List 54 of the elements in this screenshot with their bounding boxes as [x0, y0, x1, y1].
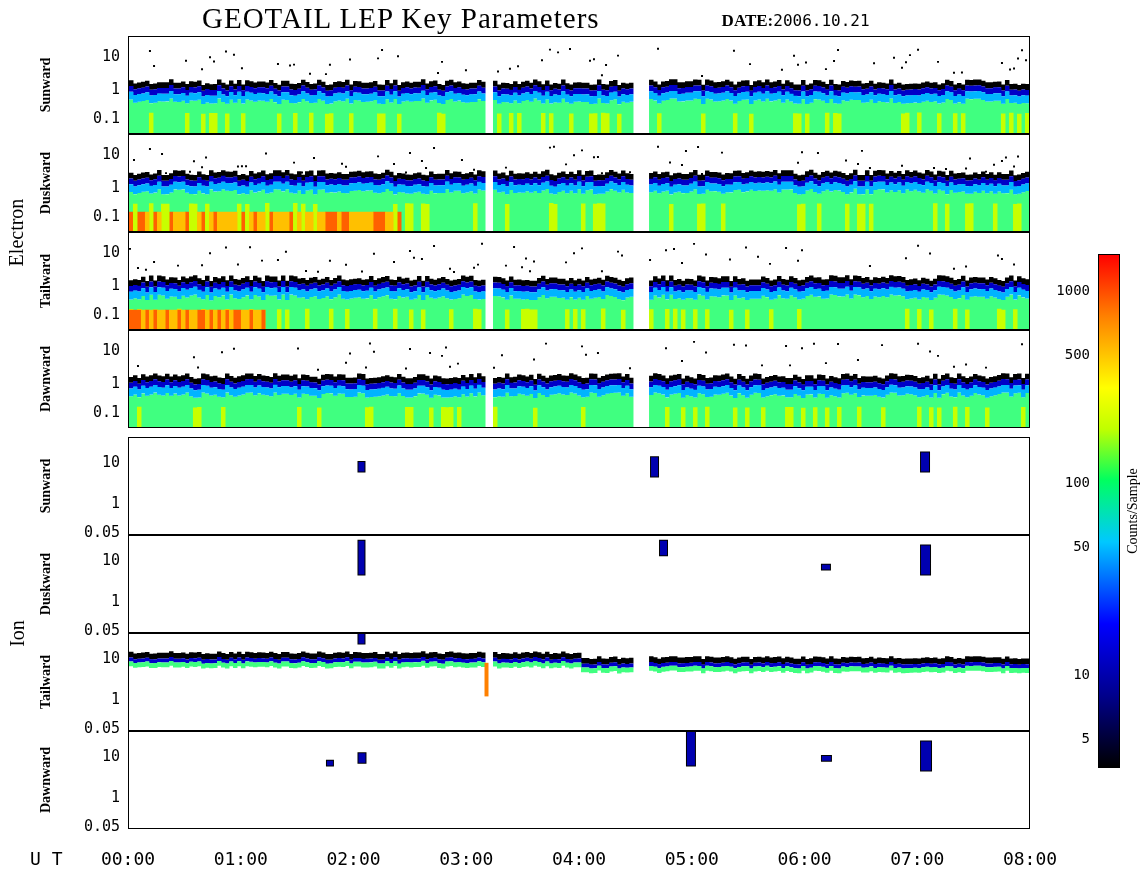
- y-tick-label: 10: [101, 242, 120, 261]
- panel-label: Dawnward: [38, 345, 54, 413]
- chart-title: GEOTAIL LEP Key Parameters: [202, 1, 600, 35]
- colorbar-tick-label: 500: [1064, 346, 1090, 363]
- y-tick-label: 1: [110, 177, 120, 196]
- y-tick-label: 0.05: [83, 621, 120, 640]
- x-tick-label: 06:00: [777, 848, 832, 869]
- x-tick-label: 04:00: [551, 848, 607, 869]
- y-tick-label: 1: [110, 787, 120, 806]
- y-tick-label: 10: [101, 649, 120, 668]
- date-label: DATE:: [721, 11, 774, 31]
- panel-label: Duskward: [38, 552, 54, 616]
- group-label: Electron: [5, 198, 29, 266]
- y-tick-label: 10: [101, 340, 120, 359]
- group-label: Ion: [5, 619, 29, 647]
- y-tick-label: 1: [110, 493, 120, 512]
- y-tick-label: 10: [101, 453, 120, 472]
- y-tick-label: 0.05: [83, 719, 120, 738]
- y-tick-label: 1: [110, 79, 120, 98]
- colorbar-tick-label: 5: [1081, 730, 1090, 747]
- x-tick-label: 00:00: [100, 848, 156, 869]
- y-tick-label: 10: [101, 46, 120, 65]
- y-tick-label: 0.05: [83, 523, 120, 542]
- y-tick-label: 1: [110, 373, 120, 392]
- y-tick-label: 10: [101, 747, 120, 766]
- panel-label: Dawnward: [38, 746, 54, 814]
- x-axis-label: U T: [30, 848, 63, 869]
- y-tick-label: 1: [110, 275, 120, 294]
- x-tick-label: 01:00: [213, 848, 268, 869]
- panel-label: Sunward: [38, 57, 54, 113]
- y-tick-label: 1: [110, 591, 120, 610]
- x-tick-label: 02:00: [326, 848, 381, 869]
- y-tick-label: 0.1: [92, 109, 120, 128]
- colorbar-label: Counts/Sample: [1125, 468, 1141, 554]
- x-tick-label: 03:00: [439, 848, 494, 869]
- x-tick-label: 07:00: [890, 848, 945, 869]
- colorbar-tick-label: 1000: [1056, 281, 1090, 298]
- y-tick-label: 0.05: [83, 817, 120, 836]
- y-tick-label: 10: [101, 144, 120, 163]
- colorbar-tick-label: 100: [1064, 474, 1090, 491]
- y-tick-label: 0.1: [92, 403, 120, 422]
- colorbar-tick-label: 50: [1073, 537, 1090, 554]
- y-tick-label: 0.1: [92, 305, 120, 324]
- date-value: 2006.10.21: [773, 11, 870, 30]
- panel-label: Tailward: [38, 254, 54, 308]
- y-tick-label: 10: [101, 551, 120, 570]
- panel-label: Duskward: [38, 151, 54, 215]
- colorbar-tick-label: 10: [1073, 665, 1090, 682]
- panel-label: Tailward: [38, 655, 54, 709]
- y-tick-label: 0.1: [92, 207, 120, 226]
- y-tick-label: 1: [110, 689, 120, 708]
- panel-label: Sunward: [38, 458, 54, 514]
- x-tick-label: 05:00: [664, 848, 719, 869]
- x-tick-label: 08:00: [1002, 848, 1058, 869]
